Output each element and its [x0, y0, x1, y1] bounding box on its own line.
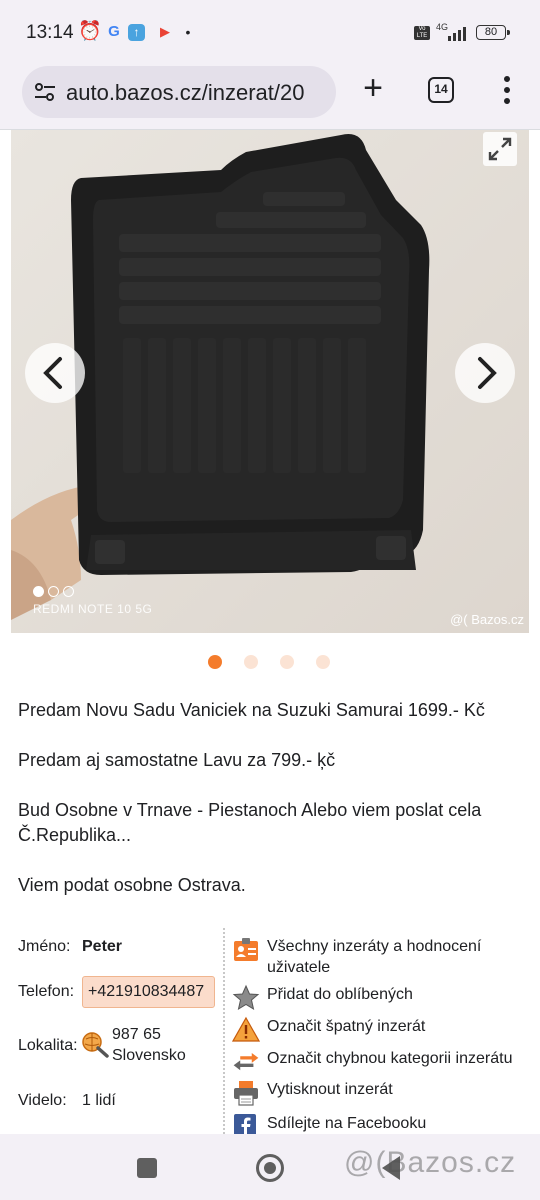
site-watermark: @( Bazos.cz [450, 612, 524, 627]
photo-dot [63, 586, 74, 597]
report-category-label: Označit chybnou kategorii inzerátu [267, 1050, 513, 1067]
battery-icon: 80 [476, 25, 510, 40]
site-settings-icon[interactable] [34, 82, 56, 102]
details-divider [223, 928, 225, 1134]
star-icon [232, 984, 260, 1011]
ad-description: Predam Novu Sadu Vaniciek na Suzuki Samu… [18, 698, 523, 923]
browser-menu-button[interactable] [496, 74, 518, 106]
url-text[interactable]: auto.bazos.cz/inzerat/20 [66, 80, 304, 106]
gallery-dot[interactable] [244, 655, 258, 669]
signal-icon [448, 27, 468, 41]
google-icon: G [108, 23, 120, 40]
image-gallery[interactable]: REDMI NOTE 10 5G @( Bazos.cz [11, 130, 529, 633]
location-label: Lokalita: [18, 1037, 78, 1054]
status-time: 13:14 [26, 22, 74, 43]
gallery-pagination [208, 655, 352, 674]
upload-icon: ↑ [128, 24, 145, 41]
fullscreen-button[interactable] [483, 132, 517, 166]
description-line: Predam aj samostatne Lavu za 799.- ķč [18, 750, 336, 770]
location-country: Slovensko [112, 1047, 186, 1064]
photo-dot [48, 586, 59, 597]
play-icon: ▶ [160, 24, 170, 39]
user-card-icon [234, 938, 258, 961]
gallery-dot[interactable] [208, 655, 222, 669]
device-watermark: REDMI NOTE 10 5G [33, 602, 153, 616]
photo-dots [33, 584, 78, 602]
new-tab-button[interactable]: + [356, 71, 390, 106]
expand-icon [488, 137, 512, 161]
report-ad-label: Označit špatný inzerát [267, 1018, 426, 1035]
alarm-icon: ⏰ [78, 21, 102, 42]
views-label: Videlo: [18, 1092, 67, 1109]
dot-icon: • [185, 24, 191, 40]
chevron-left-icon [43, 357, 62, 389]
phone-number[interactable]: +421910834487 [82, 976, 215, 1008]
bazos-watermark: @(Bazos.cz [344, 1146, 517, 1179]
location-zip[interactable]: 987 65 [112, 1026, 161, 1044]
description-line: Bud Osobne v Trnave - Piestanoch Alebo v… [18, 800, 482, 845]
views-count: 1 lidí [82, 1092, 116, 1109]
print-ad-label: Vytisknout inzerát [267, 1081, 393, 1098]
facebook-share-label: Sdílejte na Facebooku [267, 1115, 427, 1132]
all-ads-label: Všechny inzeráty a hodnocení uživatele [267, 938, 482, 976]
description-line: Predam Novu Sadu Vaniciek na Suzuki Samu… [18, 700, 485, 720]
add-favorite-label: Přidat do oblíbených [267, 986, 413, 1003]
status-bar: 13:14 ⏰ G ↑ ▶ • Vo LTE 4G 80 [0, 0, 540, 64]
previous-image-button[interactable] [25, 343, 85, 403]
home-button[interactable] [256, 1154, 284, 1182]
warning-icon [232, 1016, 260, 1042]
location-search-icon[interactable] [80, 1030, 110, 1058]
network-type: 4G [436, 22, 449, 32]
gallery-dot[interactable] [280, 655, 294, 669]
phone-label: Telefon: [18, 983, 75, 1000]
address-bar[interactable]: auto.bazos.cz/inzerat/20 [22, 66, 336, 118]
description-line: Viem podat osobne Ostrava. [18, 875, 246, 895]
gallery-dot[interactable] [316, 655, 330, 669]
chevron-right-icon [478, 357, 497, 389]
recents-button[interactable] [137, 1158, 157, 1178]
photo-dot [33, 586, 44, 597]
name-label: Jméno: [18, 938, 71, 955]
seller-name: Peter [82, 938, 123, 955]
swap-arrows-icon [233, 1052, 259, 1071]
product-photo [11, 130, 529, 633]
browser-toolbar: auto.bazos.cz/inzerat/20 + 14 [0, 64, 540, 130]
system-navigation-bar: @(Bazos.cz [0, 1134, 540, 1200]
next-image-button[interactable] [455, 343, 515, 403]
volte-icon: Vo LTE [414, 26, 430, 40]
printer-icon [234, 1081, 258, 1106]
tab-switcher-button[interactable]: 14 [428, 77, 454, 103]
